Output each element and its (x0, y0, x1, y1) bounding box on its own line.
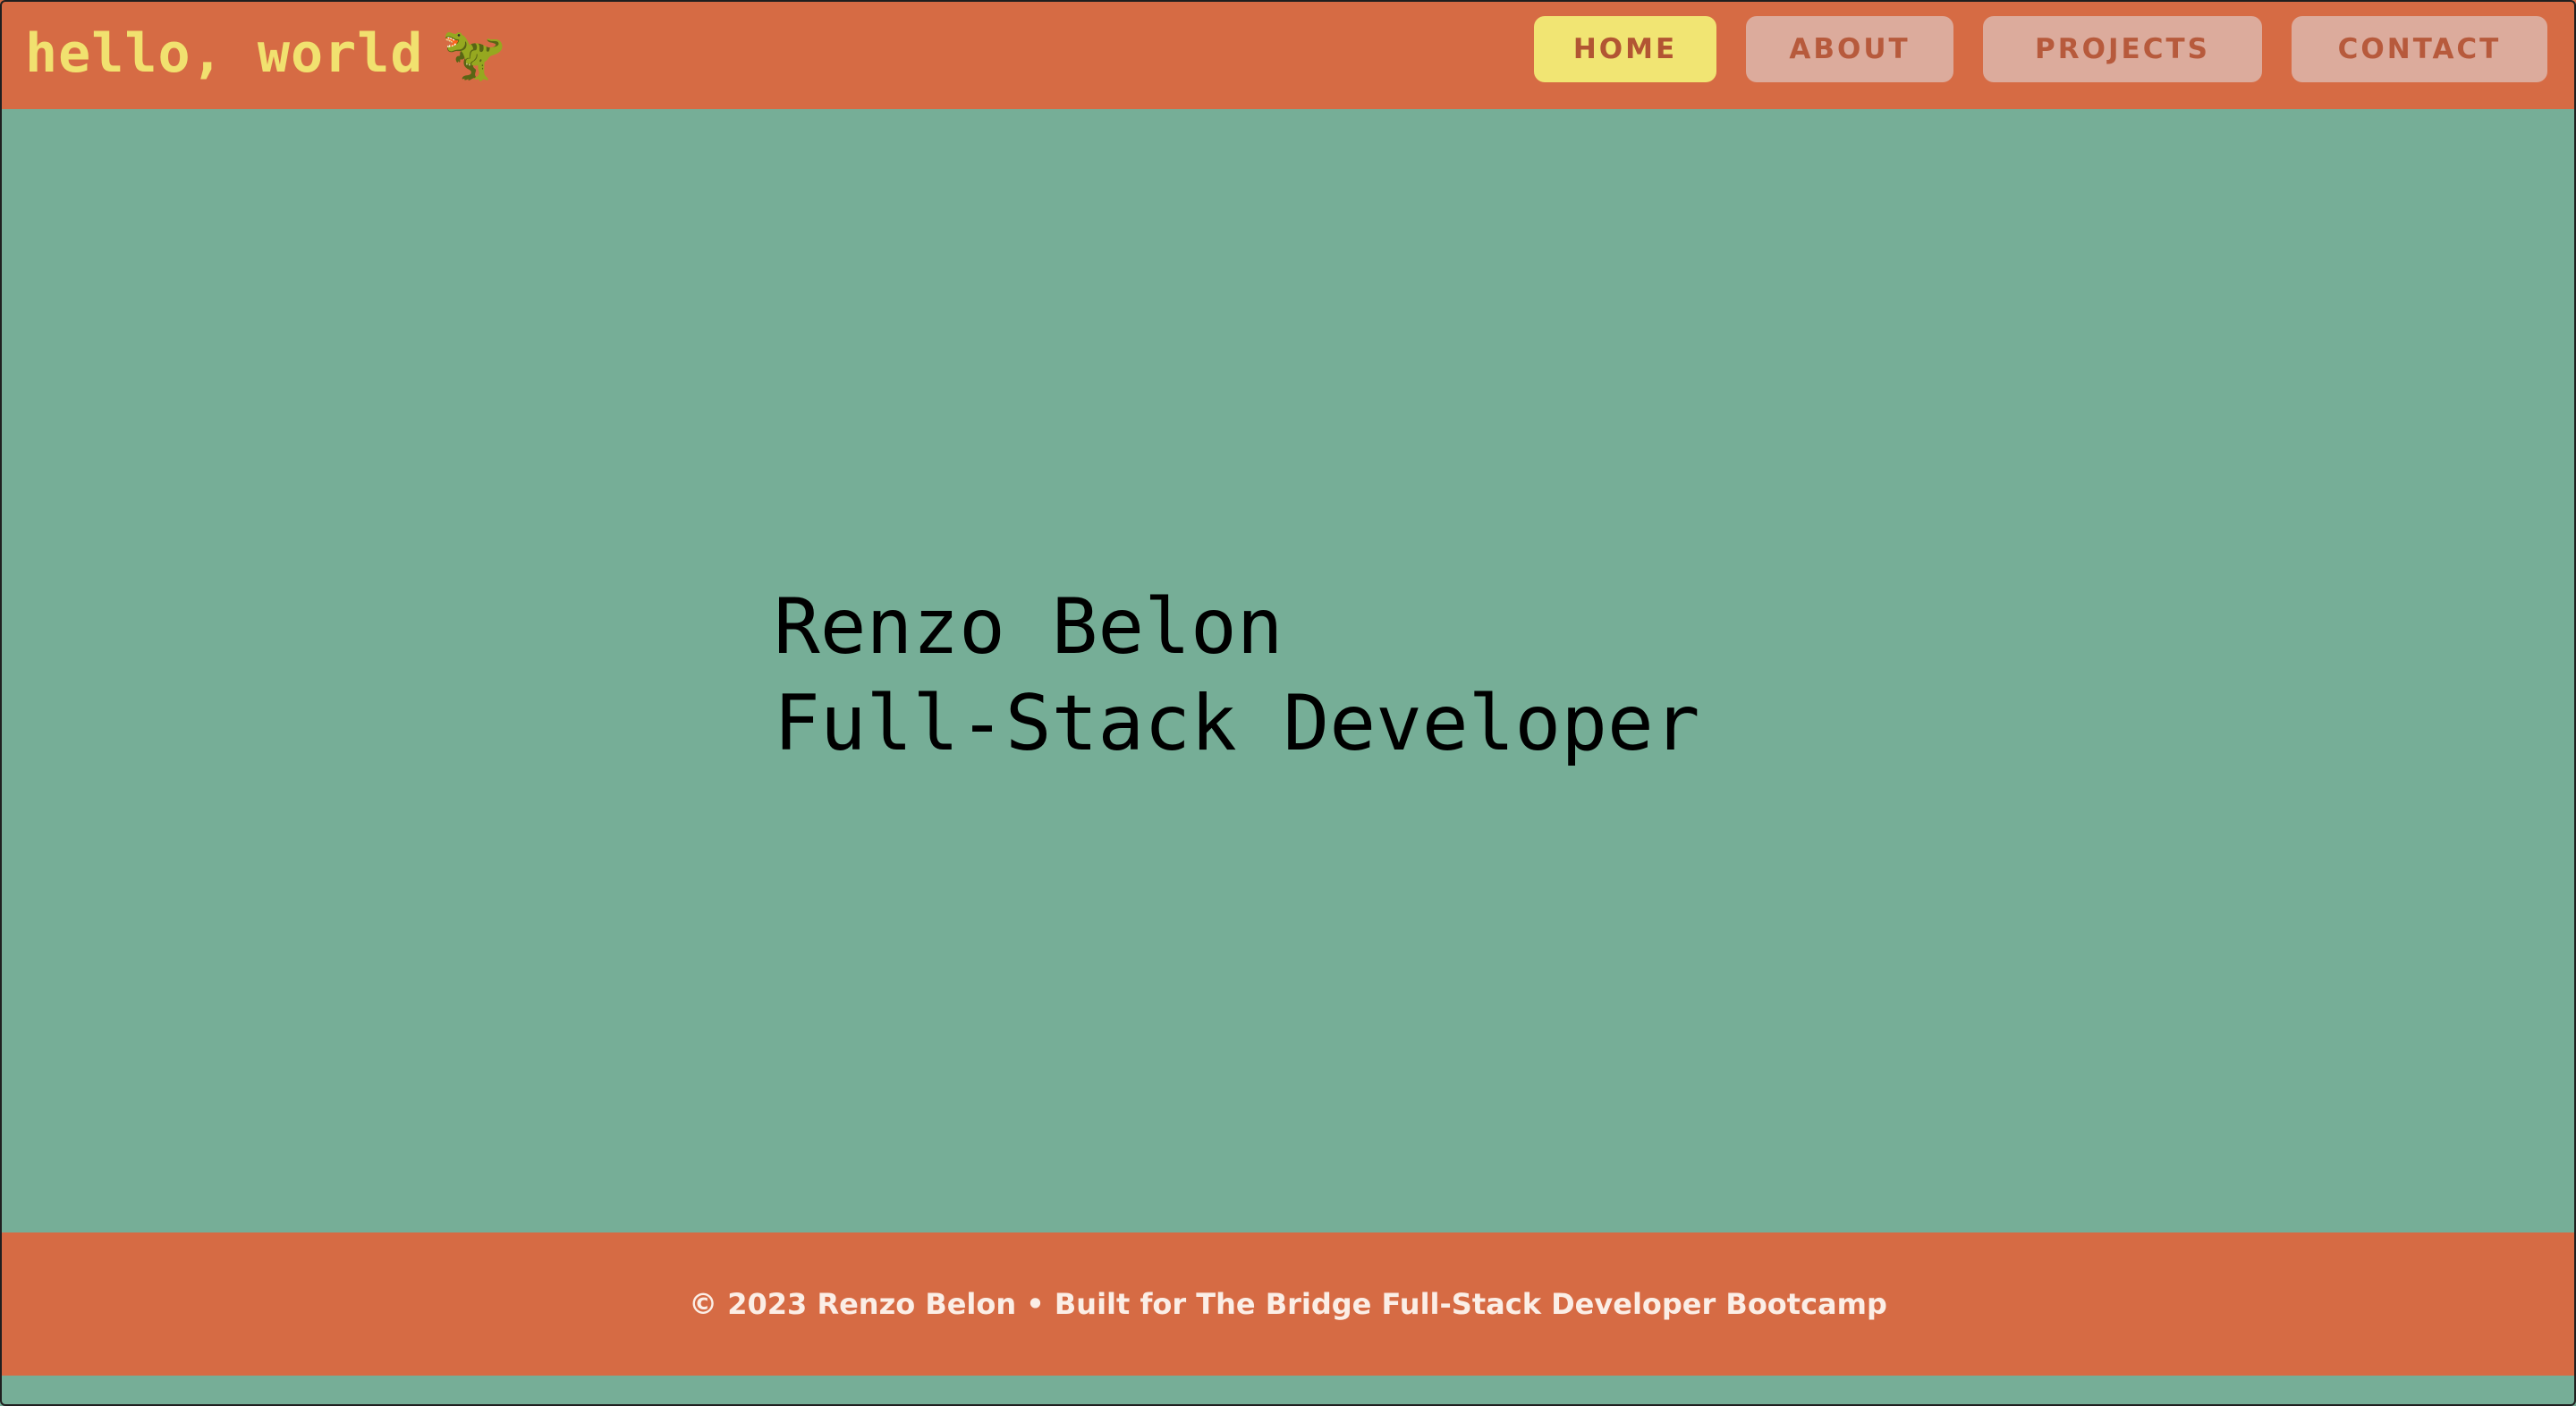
site-footer: © 2023 Renzo Belon • Built for The Bridg… (0, 1232, 2576, 1376)
nav-about-button[interactable]: ABOUT (1746, 16, 1953, 82)
main-nav: HOME ABOUT PROJECTS CONTACT (1534, 16, 2547, 82)
hero-name: Renzo Belon (774, 582, 1284, 672)
nav-home-button[interactable]: HOME (1534, 16, 1716, 82)
hero: Renzo Belon Full-Stack Developer (774, 579, 1700, 772)
site-header: hello, world 🦖 HOME ABOUT PROJECTS CONTA… (0, 0, 2576, 109)
nav-projects-button[interactable]: PROJECTS (1983, 16, 2262, 82)
nav-contact-button[interactable]: CONTACT (2292, 16, 2547, 82)
site-logo[interactable]: hello, world 🦖 (25, 18, 506, 89)
dinosaur-icon: 🦖 (441, 23, 506, 84)
logo-text: hello, world (25, 22, 424, 85)
main-content: Renzo Belon Full-Stack Developer (0, 109, 2576, 1232)
footer-text: © 2023 Renzo Belon • Built for The Bridg… (689, 1287, 1887, 1321)
hero-role: Full-Stack Developer (774, 679, 1700, 768)
